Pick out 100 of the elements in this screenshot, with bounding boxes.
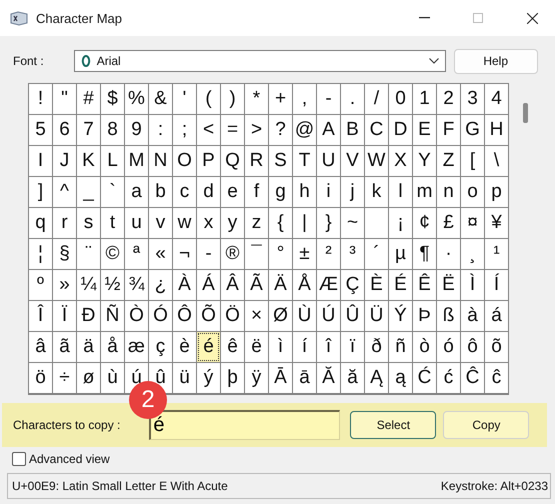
character-cell[interactable]: [ — [461, 146, 484, 176]
character-cell[interactable]: Æ — [317, 270, 340, 300]
character-cell[interactable]: È — [365, 270, 388, 300]
character-cell[interactable]: } — [317, 208, 340, 238]
character-cell[interactable]: Õ — [197, 301, 220, 331]
character-cell[interactable]: ] — [29, 177, 52, 207]
character-cell[interactable]: Ä — [269, 270, 292, 300]
character-cell[interactable]: T — [293, 146, 316, 176]
character-cell[interactable]: Á — [197, 270, 220, 300]
character-cell[interactable]: ¡ — [389, 208, 412, 238]
character-cell[interactable]: m — [413, 177, 436, 207]
character-cell[interactable]: Í — [485, 270, 508, 300]
character-cell[interactable]: ¹ — [485, 239, 508, 269]
character-cell[interactable]: § — [53, 239, 76, 269]
character-cell[interactable]: ¦ — [29, 239, 52, 269]
character-cell[interactable]: ÷ — [53, 363, 76, 393]
character-cell[interactable]: ø — [77, 363, 100, 393]
character-cell[interactable]: ( — [197, 84, 220, 114]
character-cell[interactable]: ï — [341, 332, 364, 362]
character-cell[interactable]: > — [245, 115, 268, 145]
character-cell[interactable]: ¢ — [413, 208, 436, 238]
character-cell[interactable]: ã — [53, 332, 76, 362]
dropdown-caret-icon[interactable] — [428, 58, 439, 64]
character-cell[interactable]: ĉ — [485, 363, 508, 393]
character-cell[interactable]: Ü — [365, 301, 388, 331]
character-cell[interactable]: M — [125, 146, 148, 176]
character-cell[interactable]: ñ — [389, 332, 412, 362]
character-cell[interactable]: ü — [173, 363, 196, 393]
character-cell[interactable]: ð — [365, 332, 388, 362]
character-cell[interactable]: î — [317, 332, 340, 362]
character-cell[interactable]: é — [197, 332, 220, 362]
character-cell[interactable]: ë — [245, 332, 268, 362]
character-cell[interactable]: S — [269, 146, 292, 176]
character-cell[interactable]: / — [365, 84, 388, 114]
character-cell[interactable]: « — [149, 239, 172, 269]
character-cell[interactable]: J — [53, 146, 76, 176]
character-cell[interactable]: v — [149, 208, 172, 238]
character-cell[interactable]: , — [293, 84, 316, 114]
character-cell[interactable]: * — [245, 84, 268, 114]
character-cell[interactable]: £ — [437, 208, 460, 238]
character-cell[interactable]: º — [29, 270, 52, 300]
character-cell[interactable]: p — [485, 177, 508, 207]
character-cell[interactable]: ´ — [365, 239, 388, 269]
character-cell[interactable]: ª — [125, 239, 148, 269]
character-cell[interactable]: # — [77, 84, 100, 114]
character-cell[interactable]: H — [485, 115, 508, 145]
character-cell[interactable]: " — [53, 84, 76, 114]
character-cell[interactable]: ½ — [101, 270, 124, 300]
character-cell[interactable]: ² — [317, 239, 340, 269]
character-cell[interactable]: l — [389, 177, 412, 207]
character-cell[interactable]: Ñ — [101, 301, 124, 331]
character-cell[interactable]: ) — [221, 84, 244, 114]
character-cell[interactable]: E — [413, 115, 436, 145]
character-cell[interactable]: » — [53, 270, 76, 300]
character-cell[interactable]: Ð — [77, 301, 100, 331]
character-cell[interactable]: ³ — [341, 239, 364, 269]
character-cell[interactable]: µ — [389, 239, 412, 269]
character-cell[interactable]: Â — [221, 270, 244, 300]
character-cell[interactable]: B — [341, 115, 364, 145]
character-cell[interactable]: Ì — [461, 270, 484, 300]
character-cell[interactable]: Û — [341, 301, 364, 331]
character-cell[interactable]: Ô — [173, 301, 196, 331]
character-cell[interactable]: è — [173, 332, 196, 362]
character-cell[interactable]: o — [461, 177, 484, 207]
character-cell[interactable]: Ā — [269, 363, 292, 393]
character-cell[interactable]: Ą — [365, 363, 388, 393]
select-button[interactable]: Select — [350, 411, 436, 439]
character-cell[interactable]: n — [437, 177, 460, 207]
character-cell[interactable]: \ — [485, 146, 508, 176]
character-cell[interactable]: ù — [101, 363, 124, 393]
help-button[interactable]: Help — [454, 48, 538, 74]
character-cell[interactable]: Ç — [341, 270, 364, 300]
character-cell[interactable]: · — [437, 239, 460, 269]
character-cell[interactable]: e — [221, 177, 244, 207]
character-cell[interactable]: i — [317, 177, 340, 207]
character-cell[interactable]: 0 — [389, 84, 412, 114]
character-cell[interactable]: ¾ — [125, 270, 148, 300]
character-cell[interactable]: O — [173, 146, 196, 176]
character-cell[interactable]: 1 — [413, 84, 436, 114]
character-cell[interactable]: Ë — [437, 270, 460, 300]
character-cell[interactable]: P — [197, 146, 220, 176]
character-cell[interactable]: × — [245, 301, 268, 331]
character-cell[interactable]: ¬ — [173, 239, 196, 269]
character-cell[interactable]: k — [365, 177, 388, 207]
character-cell[interactable]: á — [485, 301, 508, 331]
character-cell[interactable]: = — [221, 115, 244, 145]
character-cell[interactable]: x — [197, 208, 220, 238]
character-cell[interactable]: 6 — [53, 115, 76, 145]
character-cell[interactable]: ä — [77, 332, 100, 362]
character-cell[interactable]: Ø — [269, 301, 292, 331]
character-cell[interactable]: s — [77, 208, 100, 238]
character-cell[interactable]: ¿ — [149, 270, 172, 300]
character-cell[interactable]: ç — [149, 332, 172, 362]
character-cell[interactable]: A — [317, 115, 340, 145]
character-cell[interactable]: + — [269, 84, 292, 114]
character-cell[interactable]: Ă — [317, 363, 340, 393]
character-cell[interactable]: ¶ — [413, 239, 436, 269]
character-cell[interactable]: ¥ — [485, 208, 508, 238]
character-cell[interactable]: ò — [413, 332, 436, 362]
character-cell[interactable]: Ò — [125, 301, 148, 331]
